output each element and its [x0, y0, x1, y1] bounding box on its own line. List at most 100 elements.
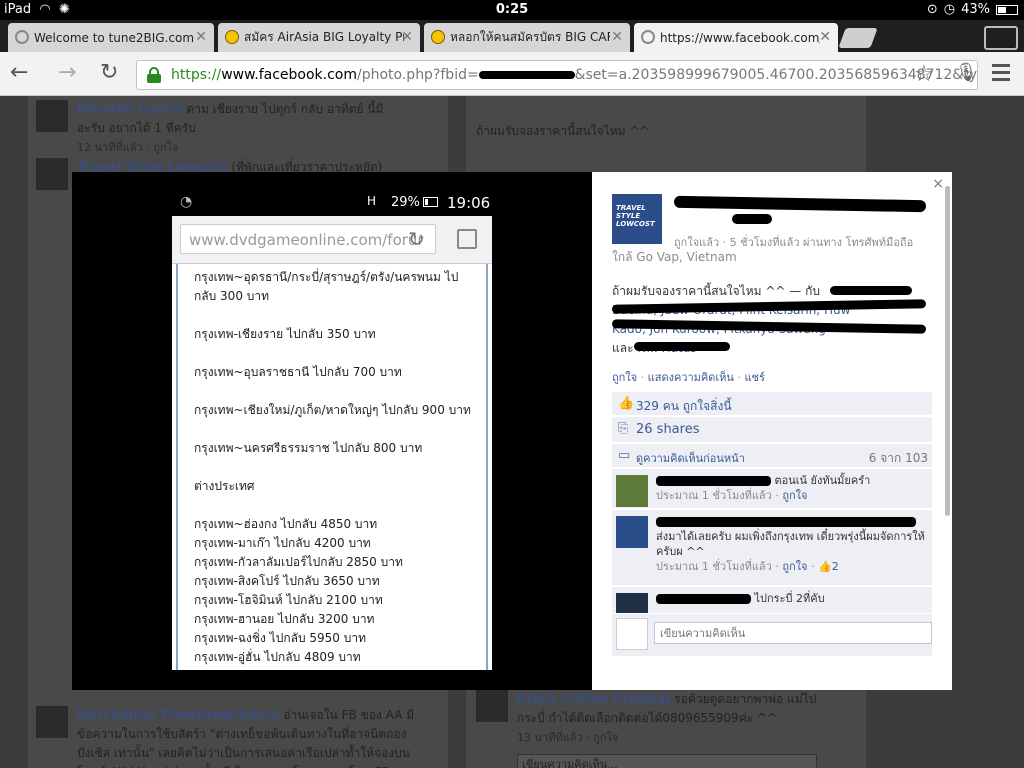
avatar	[476, 690, 508, 722]
previous-comments-row[interactable]: ▭ ดูความคิดเห็นก่อนหน้า 6 จาก 103	[612, 444, 932, 468]
background-comment-input: เขียนความคิดเห็น...	[517, 754, 817, 768]
avatar	[36, 706, 68, 738]
new-tab-button[interactable]	[838, 28, 878, 48]
close-tab-icon[interactable]: ✕	[819, 29, 831, 45]
price-line: กรุงเทพ-อู่ฮั่น ไปกลับ 4809 บาท	[194, 650, 361, 664]
comment-like-link[interactable]: ถูกใจ	[782, 560, 807, 573]
avatar[interactable]	[616, 516, 648, 548]
battery-percent: 43%	[961, 2, 990, 17]
avatar	[36, 100, 68, 132]
avatar[interactable]	[616, 475, 648, 507]
likes-row[interactable]: 👍 329 คน ถูกใจสิ่งนี้	[612, 392, 932, 416]
phone-address-field: www.dvdgameonline.com/forur	[180, 224, 436, 254]
photo-image: ◔ H 29% 19:06 www.dvdgameonline.com/foru…	[172, 190, 492, 670]
comment-meta: 13 นาทีที่แล้ว · ถูกใจ	[517, 731, 619, 744]
price-line: กรุงเทพ-มาเก๊า ไปกลับ 4200 บาท	[194, 536, 371, 550]
page-logo[interactable]: TRAVEL STYLE LOWCOST	[612, 194, 662, 244]
redaction-mark	[478, 71, 575, 79]
background-post: ถ้าผมรับจองราคานี้สนใจไหม ^^	[476, 122, 836, 141]
thumbs-up-icon: 👍	[818, 560, 832, 573]
comment-link[interactable]: แสดงความคิดเห็น	[648, 371, 734, 384]
redaction-mark	[673, 195, 927, 213]
tabs-icon	[457, 229, 477, 249]
browser-toolbar: ← → ↻ https:// www.facebook.com /photo.p…	[0, 52, 1024, 96]
price-line: กรุงเทพ-ฉงชิ่ง ไปกลับ 5950 บาท	[194, 631, 366, 645]
phone-status-bar: ◔ H 29% 19:06	[172, 190, 492, 216]
redaction-mark	[732, 214, 772, 224]
thumbs-up-icon: 👍	[618, 396, 635, 411]
comment-body: ไปกระบี่ 2ที่คับ	[656, 591, 926, 606]
tab-tune2big[interactable]: Welcome to tune2BIG.com ✕	[8, 23, 214, 52]
background-post: Natchanon Theerawarodom อ่านเจอใน FB ของ…	[77, 706, 417, 768]
tab-airasia-big[interactable]: สมัคร AirAsia BIG Loyalty Pr ✕	[218, 23, 420, 52]
lock-icon	[147, 67, 161, 83]
rotation-lock-icon: ⊙	[926, 2, 938, 17]
share-link[interactable]: แชร์	[744, 371, 764, 384]
scrollbar[interactable]	[945, 186, 950, 516]
shares-count[interactable]: 26 shares	[636, 422, 699, 437]
comment-like-link[interactable]: ถูกใจ	[782, 489, 807, 502]
url-scheme: https://	[171, 67, 222, 83]
globe-icon	[641, 30, 655, 44]
shares-row[interactable]: ⎘ 26 shares	[612, 417, 932, 443]
comment-text: ส่งมาได้เลยครับ ผมเพิ่งถึงกรุงเทพ เดี๋ยว…	[656, 530, 925, 558]
likes-count[interactable]: 329 คน ถูกใจสิ่งนี้	[636, 397, 732, 416]
forward-arrow-icon[interactable]: →	[58, 60, 76, 85]
close-tab-icon[interactable]: ✕	[195, 29, 207, 45]
tab-title: https://www.facebook.com/p	[660, 30, 820, 45]
price-line: ต่างประเทศ	[194, 479, 255, 493]
photo-info-panel: × TRAVEL STYLE LOWCOST ถูกใจแล้ว · 5 ชั่…	[592, 172, 952, 690]
redaction-mark	[656, 476, 771, 486]
tab-title: สมัคร AirAsia BIG Loyalty Pr	[244, 30, 404, 44]
comment-item: ตอนเน้ ยังทันมั้ยครำ ประมาณ 1 ชั่วโมงที่…	[612, 469, 932, 509]
price-line: กรุงเทพ-เชียงราย ไปกลับ 350 บาท	[194, 327, 376, 341]
back-arrow-icon[interactable]: ←	[10, 60, 28, 85]
post-location[interactable]: ใกล้ Go Vap, Vietnam	[612, 248, 737, 267]
avatar[interactable]	[616, 593, 648, 613]
avatar	[616, 618, 648, 650]
tab-big-card[interactable]: หลอกให้คนสมัครบัตร BIG CARD ✕	[424, 23, 630, 52]
comment-time: ประมาณ 1 ชั่วโมงที่แล้ว	[656, 560, 772, 573]
comment-count: 6 จาก 103	[868, 451, 928, 465]
url-path: /photo.php?fbid=	[357, 67, 479, 83]
close-tab-icon[interactable]: ✕	[401, 29, 413, 45]
tab-facebook[interactable]: https://www.facebook.com/p ✕	[634, 23, 838, 52]
phone-battery-percent: 29%	[391, 195, 420, 210]
close-icon[interactable]: ×	[932, 176, 944, 192]
close-tab-icon[interactable]: ✕	[611, 29, 623, 45]
reload-icon[interactable]: ↻	[100, 60, 118, 85]
bookmark-star-icon[interactable]: ☆	[914, 62, 934, 87]
phone-url-bar: www.dvdgameonline.com/forur ↻	[172, 216, 492, 264]
price-list: กรุงเทพ~อุดรธานี/กระบี่/สุราษฎร์/ตรัง/นค…	[176, 264, 488, 670]
avatar	[36, 158, 68, 190]
price-line: กรุงเทพ~อุดรธานี/กระบี่/สุราษฎร์/ตรัง/นค…	[194, 270, 459, 284]
view-previous-comments-link[interactable]: ดูความคิดเห็นก่อนหน้า	[636, 449, 745, 467]
price-line: กรุงเทพ~อุบลราชธานี ไปกลับ 700 บาท	[194, 365, 402, 379]
comment-input[interactable]	[654, 622, 932, 644]
menu-icon[interactable]	[992, 64, 1010, 85]
price-line: กรุงเทพ~นครศรีธรรมราช ไปกลับ 800 บาท	[194, 441, 423, 455]
tab-switcher-button[interactable]	[984, 26, 1018, 50]
comment-item: ส่งมาได้เลยครับ ผมเพิ่งถึงกรุงเทพ เดี๋ยว…	[612, 510, 932, 586]
status-time: 0:25	[495, 2, 529, 17]
like-link[interactable]: ถูกใจ	[612, 371, 637, 384]
alarm-icon: ◷	[943, 2, 956, 17]
smiley-icon	[431, 30, 445, 44]
tagged-and: และ	[612, 341, 634, 355]
phone-clock: 19:06	[447, 194, 491, 212]
microphone-icon[interactable]: 🎙	[955, 62, 978, 83]
post-author: Manake Isume	[77, 102, 183, 117]
price-line: กรุงเทพ-กัวลาลัมเปอร์ไปกลับ 2850 บาท	[194, 555, 403, 569]
ios-status-bar: iPad ◠ ✺ 0:25 ⊙ ◷ 43%	[0, 0, 1024, 20]
address-bar[interactable]: https:// www.facebook.com /photo.php?fbi…	[136, 60, 978, 90]
redaction-mark	[656, 517, 916, 527]
reload-icon: ↻	[408, 227, 425, 251]
smiley-icon	[225, 30, 239, 44]
wifi-icon: ◔	[180, 194, 193, 210]
price-line: กรุงเทพ-ฮานอย ไปกลับ 3200 บาท	[194, 612, 375, 626]
